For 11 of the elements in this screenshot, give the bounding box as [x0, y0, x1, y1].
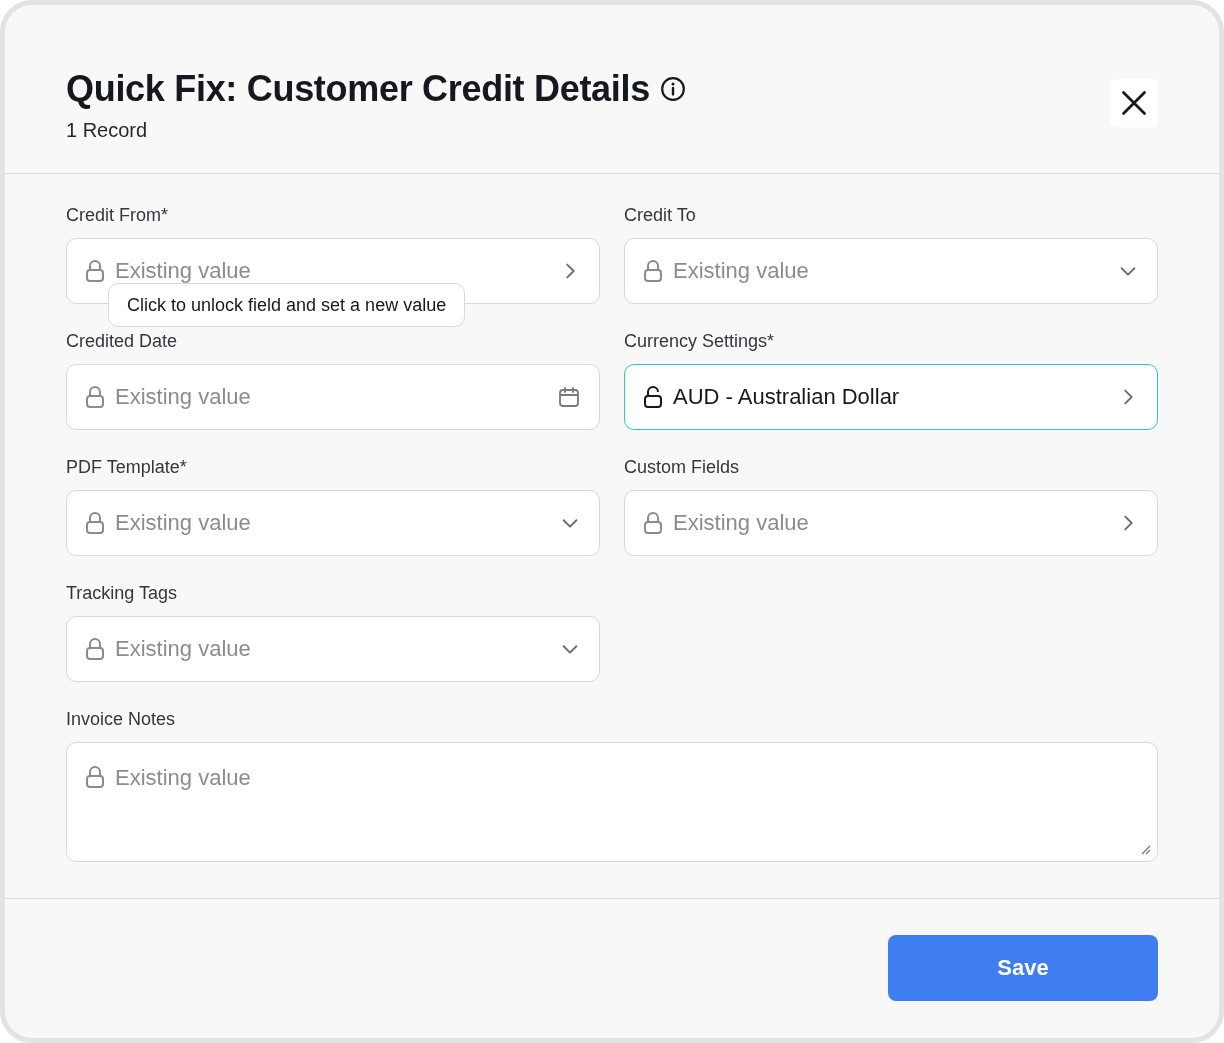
field-label: Credited Date [66, 330, 179, 352]
field-label: Credit To [624, 204, 697, 226]
dialog-title: Quick Fix: Customer Credit Details [66, 69, 650, 109]
field-label: Currency Settings* [624, 330, 776, 352]
field-label: PDF Template* [66, 456, 188, 478]
tooltip: Click to unlock field and set a new value [108, 283, 466, 327]
field-label: Credit From* [66, 204, 169, 226]
field-label: Invoice Notes [66, 708, 177, 730]
field-label: Custom Fields [624, 456, 741, 478]
record-count: 1 Record [66, 119, 149, 142]
field-label: Tracking Tags [66, 582, 179, 604]
